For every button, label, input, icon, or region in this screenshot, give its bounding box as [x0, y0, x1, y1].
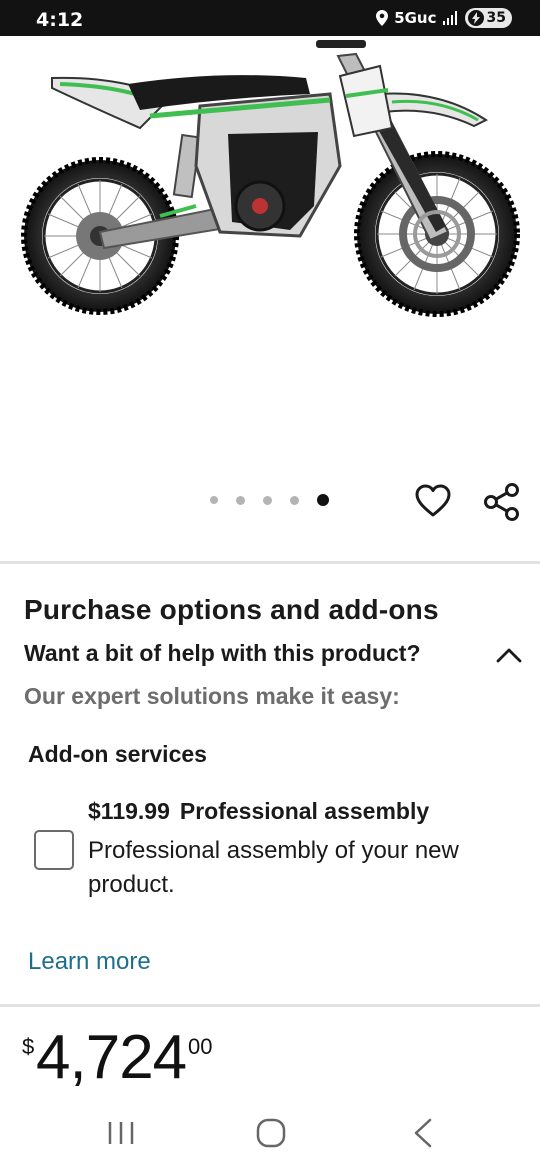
- share-icon: [484, 483, 519, 521]
- carousel-dot[interactable]: [290, 495, 299, 505]
- section-divider: [0, 1004, 540, 1007]
- charging-icon: [467, 10, 484, 26]
- expert-tagline: Our expert solutions make it easy:: [24, 683, 400, 709]
- back-icon[interactable]: [410, 1118, 436, 1148]
- professional-assembly-checkbox[interactable]: [34, 830, 74, 870]
- favorite-button[interactable]: [414, 482, 452, 520]
- home-icon[interactable]: [256, 1118, 286, 1148]
- battery-level: 35: [486, 10, 506, 26]
- carousel-dot-active[interactable]: [317, 494, 329, 506]
- carousel-dot[interactable]: [236, 495, 245, 505]
- carousel-indicator[interactable]: [210, 494, 329, 506]
- addon-price: $119.99: [88, 798, 170, 824]
- network-type: 5Guc: [394, 9, 437, 27]
- learn-more-link[interactable]: Learn more: [28, 948, 151, 976]
- addon-name: Professional assembly: [179, 798, 430, 824]
- heart-icon: [415, 484, 451, 517]
- purchase-options-title: Purchase options and add-ons: [24, 594, 439, 625]
- status-indicators: 5Guc 35: [376, 8, 512, 28]
- addon-services-heading: Add-on services: [28, 741, 207, 767]
- system-nav-bar: [0, 1100, 540, 1170]
- chevron-up-icon[interactable]: [494, 642, 524, 668]
- price-cents: 00: [188, 1034, 213, 1059]
- recent-apps-icon[interactable]: [106, 1120, 136, 1146]
- signal-icon: [442, 11, 459, 25]
- addon-description[interactable]: Professional assembly of your new produc…: [88, 834, 518, 902]
- carousel-dot[interactable]: [210, 496, 218, 504]
- status-time: 4:12: [36, 9, 84, 31]
- dirt-bike-illustration: [21, 40, 520, 317]
- location-icon: [376, 10, 389, 26]
- help-accordion-header[interactable]: Want a bit of help with this product?: [24, 640, 524, 670]
- status-bar: 4:12 5Guc 35: [0, 0, 540, 36]
- battery-icon: 35: [464, 8, 512, 28]
- price-currency: $: [22, 1034, 35, 1059]
- help-question: Want a bit of help with this product?: [24, 640, 421, 666]
- section-divider: [0, 561, 540, 564]
- product-image[interactable]: [0, 36, 540, 466]
- price-whole: 4,724: [36, 1023, 187, 1092]
- addon-title-line[interactable]: $119.99 Professional assembly: [88, 798, 429, 825]
- share-button[interactable]: [482, 482, 522, 522]
- carousel-dot[interactable]: [263, 495, 272, 505]
